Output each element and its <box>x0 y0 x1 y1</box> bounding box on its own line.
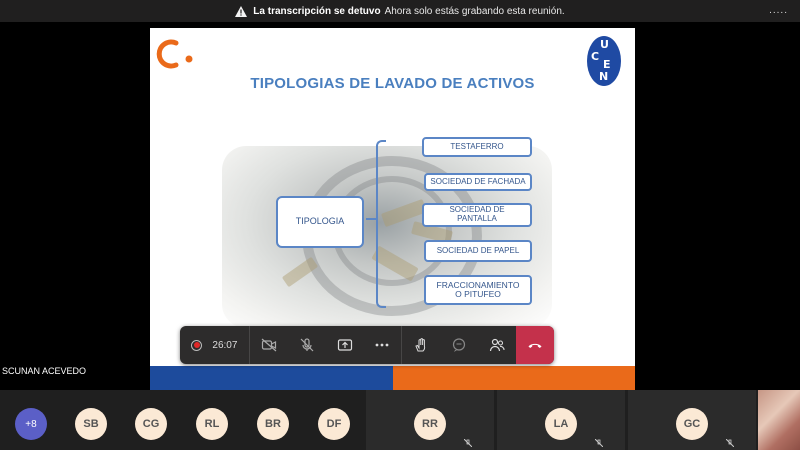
participant-avatar: GC <box>676 408 708 440</box>
mic-off-icon <box>464 439 472 447</box>
meeting-timer: 26:07 <box>212 339 238 351</box>
participant-video-thumbnail[interactable] <box>758 390 800 450</box>
warning-icon <box>235 5 248 17</box>
banner-text: Ahora solo estás grabando esta reunión. <box>384 5 565 17</box>
camera-button[interactable] <box>250 326 288 364</box>
banner-bold-text: La transcripción se detuvo <box>253 5 381 17</box>
share-button[interactable] <box>326 326 364 364</box>
mic-off-icon <box>726 439 734 447</box>
item-testaferro: TESTAFERRO <box>422 137 532 157</box>
diagram-connector <box>366 218 376 220</box>
chat-icon <box>453 338 466 352</box>
raise-hand-icon <box>415 338 426 352</box>
mic-off-icon <box>595 439 603 447</box>
participant-avatar[interactable]: RL <box>196 408 228 440</box>
share-icon <box>337 339 352 351</box>
participant-avatar[interactable]: CG <box>135 408 167 440</box>
participant-tile[interactable]: LA <box>497 390 625 450</box>
participant-avatar: RR <box>414 408 446 440</box>
people-button[interactable] <box>478 326 516 364</box>
hang-up-icon <box>528 343 542 348</box>
speaker-name-label: SCUNAN ACEVEDO <box>2 366 87 376</box>
participant-avatar[interactable]: SB <box>75 408 107 440</box>
diagram-bracket <box>376 140 386 308</box>
participant-avatar[interactable]: BR <box>257 408 289 440</box>
recording-indicator: 26:07 <box>180 326 250 364</box>
meeting-controls: 26:07 <box>180 326 554 364</box>
item-fraccionamiento: FRACCIONAMIENTO O PITUFEO <box>424 275 532 305</box>
item-sociedad-pantalla: SOCIEDAD DE PANTALLA <box>422 203 532 227</box>
slide-title: TIPOLOGIAS DE LAVADO DE ACTIVOS <box>250 75 535 92</box>
participant-tile[interactable]: RR <box>366 390 494 450</box>
chat-button[interactable] <box>440 326 478 364</box>
banner-more-icon[interactable]: ..... <box>769 5 788 16</box>
more-icon <box>376 343 389 347</box>
participant-avatar: LA <box>545 408 577 440</box>
mic-button[interactable] <box>288 326 326 364</box>
record-icon <box>191 339 203 351</box>
participant-avatar[interactable]: DF <box>318 408 350 440</box>
camera-off-icon <box>261 338 277 352</box>
item-sociedad-papel: SOCIEDAD DE PAPEL <box>424 240 532 262</box>
brand-logo <box>156 39 193 69</box>
tipologia-box: TIPOLOGIA <box>276 196 364 248</box>
slide-footer-bar <box>150 366 635 390</box>
more-button[interactable] <box>363 326 401 364</box>
teams-meeting-window: La transcripción se detuvo Ahora solo es… <box>0 0 800 450</box>
item-sociedad-fachada: SOCIEDAD DE FACHADA <box>424 173 532 191</box>
mic-off-icon <box>300 338 314 352</box>
raise-hand-button[interactable] <box>402 326 440 364</box>
transcription-banner: La transcripción se detuvo Ahora solo es… <box>0 0 800 22</box>
people-icon <box>489 338 505 352</box>
hang-up-button[interactable] <box>516 326 554 364</box>
participant-tile[interactable]: GC <box>628 390 756 450</box>
more-participants-button[interactable]: +8 <box>15 408 47 440</box>
